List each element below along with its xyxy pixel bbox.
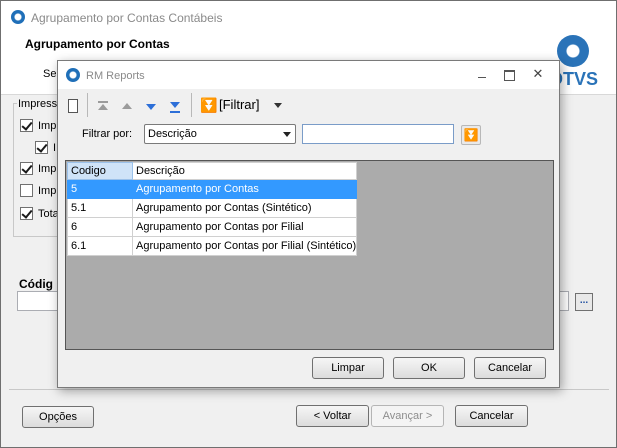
first-record-icon (98, 104, 108, 110)
column-header-codigo[interactable]: Codigo (67, 162, 133, 180)
filter-dropdown-caret-icon[interactable] (274, 103, 282, 108)
option-checkbox-3[interactable] (20, 162, 33, 175)
first-record-bar-icon (98, 101, 108, 103)
dialog-app-icon (66, 68, 80, 82)
ok-button[interactable]: OK (393, 357, 465, 379)
maximize-icon[interactable] (499, 67, 519, 83)
lookup-button[interactable]: ... (575, 293, 593, 311)
cell-codigo: 5.1 (67, 198, 133, 218)
app-icon (11, 10, 25, 24)
cell-descricao: Agrupamento por Contas por Filial (Sinté… (131, 236, 358, 256)
dialog-footer: Limpar OK Cancelar (58, 351, 559, 387)
wizard-title: Agrupamento por Contas (25, 37, 170, 51)
table-header-row: Codigo Descrição (67, 162, 358, 180)
close-icon[interactable]: ✕ (528, 67, 548, 83)
option-checkbox-4[interactable] (20, 184, 33, 197)
cell-descricao: Agrupamento por Contas por Filial (131, 217, 358, 237)
option-checkbox-5[interactable] (20, 207, 33, 220)
first-record-button[interactable] (94, 98, 112, 116)
voltar-button[interactable]: < Voltar (296, 405, 369, 427)
cell-codigo: 5 (67, 179, 133, 199)
option-label-3: Imp (38, 163, 57, 175)
table-row[interactable]: 6.1 Agrupamento por Contas por Filial (S… (67, 236, 358, 256)
results-grid: Codigo Descrição 5 Agrupamento por Conta… (65, 160, 554, 350)
table-row[interactable]: 6 Agrupamento por Contas por Filial (67, 217, 358, 237)
table-row[interactable]: 5.1 Agrupamento por Contas (Sintético) (67, 198, 358, 218)
main-window-title: Agrupamento por Contas Contábeis (31, 11, 223, 25)
next-record-button[interactable] (142, 98, 160, 116)
filter-by-label: Filtrar por: (82, 128, 133, 140)
cell-descricao: Agrupamento por Contas (Sintético) (131, 198, 358, 218)
wizard-subtitle: Se (43, 68, 57, 80)
filter-search-input[interactable] (302, 124, 454, 144)
codigo-label: Códig (19, 277, 53, 291)
filter-field-select[interactable]: Descrição (144, 124, 296, 144)
filter-apply-icon: ⏬ (463, 128, 479, 142)
limpar-button[interactable]: Limpar (312, 357, 384, 379)
cell-descricao: Agrupamento por Contas (131, 179, 358, 199)
last-record-button[interactable] (166, 98, 184, 116)
filter-field-selected: Descrição (148, 128, 197, 140)
minimize-icon[interactable] (472, 67, 492, 83)
opcoes-button[interactable]: Opções (22, 406, 94, 428)
column-header-descricao[interactable]: Descrição (131, 162, 358, 180)
option-checkbox-2[interactable] (35, 141, 48, 154)
dialog-cancelar-button[interactable]: Cancelar (474, 357, 546, 379)
main-titlebar: Agrupamento por Contas Contábeis (1, 1, 616, 33)
cell-codigo: 6 (67, 217, 133, 237)
totvs-logo-icon (557, 35, 589, 67)
toolbar-separator (87, 93, 88, 117)
filter-menu-label[interactable]: [Filtrar] (219, 97, 259, 112)
last-record-bar-icon (170, 111, 180, 113)
filter-funnel-icon: ⏬ (200, 97, 218, 113)
last-record-icon (170, 102, 180, 108)
option-checkbox-1[interactable] (20, 119, 33, 132)
avancar-button[interactable]: Avançar > (371, 405, 444, 427)
results-table: Codigo Descrição 5 Agrupamento por Conta… (67, 162, 358, 256)
previous-record-icon (122, 103, 132, 109)
previous-record-button[interactable] (118, 98, 136, 116)
table-row[interactable]: 5 Agrupamento por Contas (67, 179, 358, 199)
new-document-icon (68, 99, 78, 113)
next-record-icon (146, 104, 156, 110)
dialog-titlebar: RM Reports ✕ (58, 61, 559, 89)
option-label-4: Imp (38, 185, 57, 197)
cancelar-button[interactable]: Cancelar (455, 405, 528, 427)
apply-filter-button[interactable]: ⏬ (461, 125, 481, 145)
rm-reports-dialog: RM Reports ✕ ⏬ [Filtrar] Filtrar por: De… (57, 60, 560, 388)
filter-button[interactable]: ⏬ (198, 97, 218, 115)
toolbar-separator-2 (191, 93, 192, 117)
chevron-down-icon (283, 132, 291, 137)
cell-codigo: 6.1 (67, 236, 133, 256)
new-document-button[interactable] (64, 98, 82, 116)
option-label-5: Tota (38, 208, 59, 220)
dialog-title: RM Reports (86, 70, 145, 82)
option-label-2: I (53, 142, 57, 154)
